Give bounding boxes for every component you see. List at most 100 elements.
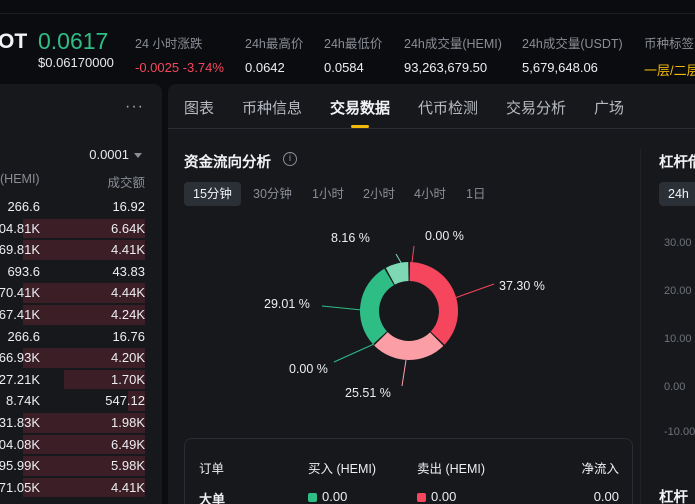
trade-row: 66.93K 4.20K	[0, 347, 162, 369]
last-price: 0.0617	[38, 28, 109, 54]
table-cell-sell: 0.00	[417, 489, 456, 504]
tab-coin-info[interactable]: 币种信息	[242, 97, 302, 118]
trade-row: 95.99K 5.98K	[0, 455, 162, 477]
table-header-buy: 买入 (HEMI)	[308, 462, 377, 476]
donut-label: 29.01 %	[264, 297, 310, 311]
leverage-period-24h[interactable]: 24h	[659, 182, 695, 206]
leader-line	[451, 283, 495, 300]
trade-amount: 04.81K	[0, 220, 40, 236]
trade-row: 71.05K 4.41K	[0, 477, 162, 499]
trade-amount: 27.21K	[0, 371, 40, 387]
tab-trade-analysis[interactable]: 交易分析	[506, 97, 566, 118]
stat-label: 24 小时涨跌	[135, 37, 203, 51]
trade-total: 5.98K	[111, 458, 145, 474]
tab-square[interactable]: 广场	[594, 97, 624, 118]
slice-main-buy[interactable]	[409, 262, 458, 345]
trade-total: 4.41K	[111, 242, 145, 258]
trade-amount: 95.99K	[0, 458, 40, 474]
donut-label: 8.16 %	[331, 231, 370, 245]
stat-value: 5,679,648.06	[522, 60, 598, 75]
table-cell-net: 0.00	[593, 489, 619, 504]
stat-change: 24 小时涨跌 -0.0025 -3.74%	[135, 33, 224, 75]
tab-trade-data[interactable]: 交易数据	[330, 97, 390, 118]
trade-amount: 266.6	[7, 328, 40, 344]
trade-row: 31.83K 1.98K	[0, 412, 162, 434]
stat-label: 24h成交量(HEMI)	[404, 37, 502, 51]
donut-label: 0.00 %	[425, 229, 464, 243]
top-strip	[0, 0, 695, 14]
period-4h[interactable]: 4小时	[414, 182, 446, 206]
trade-amount: 71.05K	[0, 479, 40, 495]
leader-line	[411, 245, 415, 263]
slice-retail-buy[interactable]	[374, 332, 444, 360]
stat-value[interactable]: 一层/二层	[644, 60, 695, 79]
trade-amount: 266.6	[7, 199, 40, 214]
period-15m[interactable]: 15分钟	[184, 182, 241, 206]
trade-row: 67.41K 4.24K	[0, 304, 162, 326]
precision-select[interactable]: 0.0001	[89, 147, 142, 162]
fund-flow-donut-chart: 8.16 % 0.00 % 37.30 % 29.01 % 0.00 % 25.…	[168, 214, 648, 414]
trade-row: 266.6 16.92	[0, 196, 162, 218]
slice-main-sell[interactable]	[360, 268, 394, 345]
period-1d[interactable]: 1日	[466, 182, 485, 206]
info-icon[interactable]: i	[283, 152, 297, 166]
precision-value: 0.0001	[89, 147, 129, 162]
trade-row: 04.08K 6.49K	[0, 434, 162, 456]
trade-total: 43.83	[112, 263, 145, 279]
axis-tick-label: 10.00	[664, 333, 692, 345]
trade-row: 69.81K 4.41K	[0, 239, 162, 261]
tab-token-check[interactable]: 代币检测	[418, 97, 478, 118]
stat-volume-hemi: 24h成交量(HEMI) 93,263,679.50	[404, 33, 502, 75]
trade-total: 6.64K	[111, 220, 145, 236]
stat-label: 24h最高价	[245, 37, 304, 51]
trade-total: 4.41K	[111, 479, 145, 495]
leader-line	[401, 359, 407, 387]
leader-line	[333, 343, 375, 363]
pair-name[interactable]: OT	[0, 30, 27, 54]
period-1h[interactable]: 1小时	[312, 182, 344, 206]
row-name-text: 大单	[199, 492, 226, 504]
buy-dot-icon	[308, 493, 317, 502]
stat-high: 24h最高价 0.0642	[245, 33, 303, 75]
recent-trades-panel: ··· 0.0001 (HEMI) 成交额 266.6 16.92 04.81K 6.…	[0, 84, 162, 504]
sell-value: 0.00	[431, 489, 457, 504]
trade-row: 70.41K 4.44K	[0, 282, 162, 304]
trade-amount: 693.6	[7, 263, 40, 279]
column-amount-header: (HEMI)	[0, 172, 40, 186]
stat-label: 币种标签	[644, 37, 695, 51]
trade-amount: 66.93K	[0, 350, 40, 366]
stat-tag: 币种标签 一层/二层	[644, 33, 695, 79]
tab-bar: 图表 币种信息 交易数据 代币检测 交易分析 广场	[168, 84, 695, 129]
trade-total: 4.44K	[111, 285, 145, 301]
tab-chart[interactable]: 图表	[184, 97, 214, 118]
table-header-net: 净流入	[581, 462, 619, 476]
column-total-header: 成交额	[107, 176, 145, 190]
stat-volume-usdt: 24h成交量(USDT) 5,679,648.06	[522, 33, 623, 75]
buy-value: 0.00	[322, 489, 348, 504]
trade-row: 266.6 16.76	[0, 326, 162, 348]
axis-tick-label: 0.00	[664, 381, 686, 393]
donut-label: 0.00 %	[289, 362, 328, 376]
leader-line	[321, 305, 363, 311]
donut-label: 37.30 %	[499, 279, 545, 293]
ticker-header: OT 0.0617 $0.06170000 24 小时涨跌 -0.0025 -3…	[0, 0, 695, 82]
axis-tick-label: -10.00	[664, 426, 695, 438]
donut-svg	[321, 245, 495, 387]
chevron-down-icon	[134, 153, 142, 159]
trade-row: 693.6 43.83	[0, 261, 162, 283]
more-icon[interactable]: ···	[125, 98, 144, 116]
period-2h[interactable]: 2小时	[363, 182, 395, 206]
trade-total: 16.92	[112, 199, 145, 214]
leverage-title: 杠杆借	[659, 155, 695, 171]
trade-row: 04.81K 6.64K	[0, 218, 162, 240]
fund-flow-title: 资金流向分析	[184, 155, 271, 171]
period-30m[interactable]: 30分钟	[253, 182, 292, 206]
donut-label: 25.51 %	[345, 386, 391, 400]
trade-amount: 04.08K	[0, 436, 40, 452]
trade-amount: 69.81K	[0, 242, 40, 258]
order-rows: 266.6 16.92 04.81K 6.64K 69.81K 4.41K 693.6 43.…	[0, 196, 162, 498]
trade-total: 4.24K	[111, 306, 145, 322]
trade-amount: 31.83K	[0, 414, 40, 430]
trade-total: 547.12	[105, 393, 145, 409]
usd-price: $0.06170000	[38, 55, 114, 70]
